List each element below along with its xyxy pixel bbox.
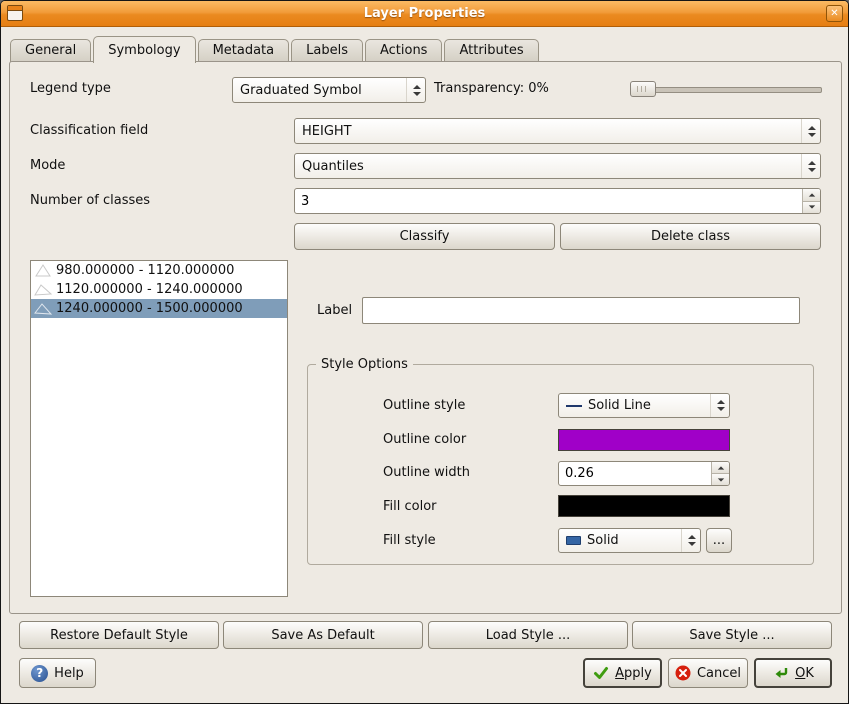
delete-class-button[interactable]: Delete class (560, 223, 821, 250)
outline-style-select[interactable]: Solid Line (558, 393, 730, 418)
tab-bar: General Symbology Metadata Labels Action… (10, 35, 839, 62)
tab-attributes[interactable]: Attributes (444, 39, 538, 62)
transparency-label: Transparency: 0% (434, 81, 549, 97)
solid-fill-icon (566, 536, 581, 545)
classification-field-value: HEIGHT (302, 124, 352, 139)
chevron-updown-icon (710, 394, 725, 417)
chevron-updown-icon (801, 119, 816, 143)
fill-style-value: Solid (587, 533, 619, 548)
chevron-updown-icon (406, 78, 421, 102)
mode-label: Mode (30, 158, 65, 174)
slider-track[interactable] (630, 87, 822, 93)
cancel-icon (675, 665, 691, 681)
transparency-slider[interactable] (630, 81, 822, 97)
enter-arrow-icon (772, 665, 789, 681)
class-list-item-selected[interactable]: 1240.000000 - 1500.000000 (31, 299, 287, 318)
restore-default-style-button[interactable]: Restore Default Style (19, 621, 219, 649)
layer-properties-dialog: Layer Properties ✕ General Symbology Met… (0, 0, 849, 704)
apply-button[interactable]: Apply (583, 658, 662, 688)
slider-handle[interactable] (630, 81, 656, 97)
classify-button[interactable]: Classify (294, 223, 555, 250)
check-icon (593, 665, 609, 681)
classification-field-select[interactable]: HEIGHT (294, 118, 821, 144)
mode-select[interactable]: Quantiles (294, 153, 821, 179)
label-input-wrap (362, 297, 800, 324)
class-list-item[interactable]: 980.000000 - 1120.000000 (31, 261, 287, 280)
tab-symbology[interactable]: Symbology (93, 36, 195, 63)
ok-button[interactable]: OK (754, 658, 832, 688)
chevron-updown-icon (681, 529, 696, 552)
fill-color-label: Fill color (383, 499, 437, 515)
legend-type-select[interactable]: Graduated Symbol (232, 77, 426, 103)
fill-color-swatch[interactable] (558, 495, 730, 517)
classification-field-label: Classification field (30, 123, 148, 139)
legend-type-label: Legend type (30, 81, 111, 97)
load-style-button[interactable]: Load Style ... (428, 621, 628, 649)
outline-style-label: Outline style (383, 398, 465, 414)
outline-width-input[interactable] (559, 462, 711, 485)
window-title: Layer Properties (364, 6, 486, 21)
titlebar[interactable]: Layer Properties ✕ (1, 1, 848, 27)
outline-color-label: Outline color (383, 432, 466, 448)
label-input[interactable] (363, 298, 799, 323)
save-style-button[interactable]: Save Style ... (632, 621, 832, 649)
help-icon: ? (31, 665, 48, 682)
tab-general[interactable]: General (10, 39, 91, 62)
spin-down-icon[interactable] (803, 202, 820, 214)
class-symbol-icon (33, 282, 53, 297)
fill-style-more-button[interactable]: ... (706, 528, 732, 553)
save-as-default-button[interactable]: Save As Default (223, 621, 423, 649)
outline-width-spinner[interactable] (558, 461, 730, 486)
num-classes-input[interactable] (295, 189, 802, 213)
label-field-label: Label (317, 303, 352, 319)
class-symbol-icon (33, 301, 53, 316)
close-icon[interactable]: ✕ (826, 5, 843, 22)
style-options-title: Style Options (316, 356, 413, 373)
num-classes-label: Number of classes (30, 193, 150, 209)
class-symbol-icon (33, 263, 53, 278)
chevron-updown-icon (801, 154, 816, 178)
spin-up-icon[interactable] (803, 189, 820, 202)
outline-style-value: Solid Line (588, 398, 651, 413)
legend-type-value: Graduated Symbol (240, 83, 362, 98)
class-list[interactable]: 980.000000 - 1120.000000 1120.000000 - 1… (30, 260, 288, 597)
symbology-panel: Legend type Graduated Symbol Transparenc… (9, 61, 842, 614)
window-icon (7, 5, 23, 21)
tab-metadata[interactable]: Metadata (198, 39, 290, 62)
tab-actions[interactable]: Actions (365, 39, 443, 62)
num-classes-spinner[interactable] (294, 188, 821, 214)
spin-down-icon[interactable] (712, 474, 729, 485)
mode-value: Quantiles (302, 159, 364, 174)
spin-up-icon[interactable] (712, 462, 729, 474)
class-list-item[interactable]: 1120.000000 - 1240.000000 (31, 280, 287, 299)
outline-color-swatch[interactable] (558, 429, 730, 451)
solid-line-icon (566, 405, 582, 407)
fill-style-select[interactable]: Solid (558, 528, 701, 553)
outline-width-label: Outline width (383, 465, 470, 481)
help-button[interactable]: ? Help (19, 658, 96, 688)
cancel-button[interactable]: Cancel (668, 658, 748, 688)
fill-style-label: Fill style (383, 533, 436, 549)
style-options-group: Style Options Outline style Solid Line O… (307, 364, 814, 565)
tab-labels[interactable]: Labels (291, 39, 363, 62)
